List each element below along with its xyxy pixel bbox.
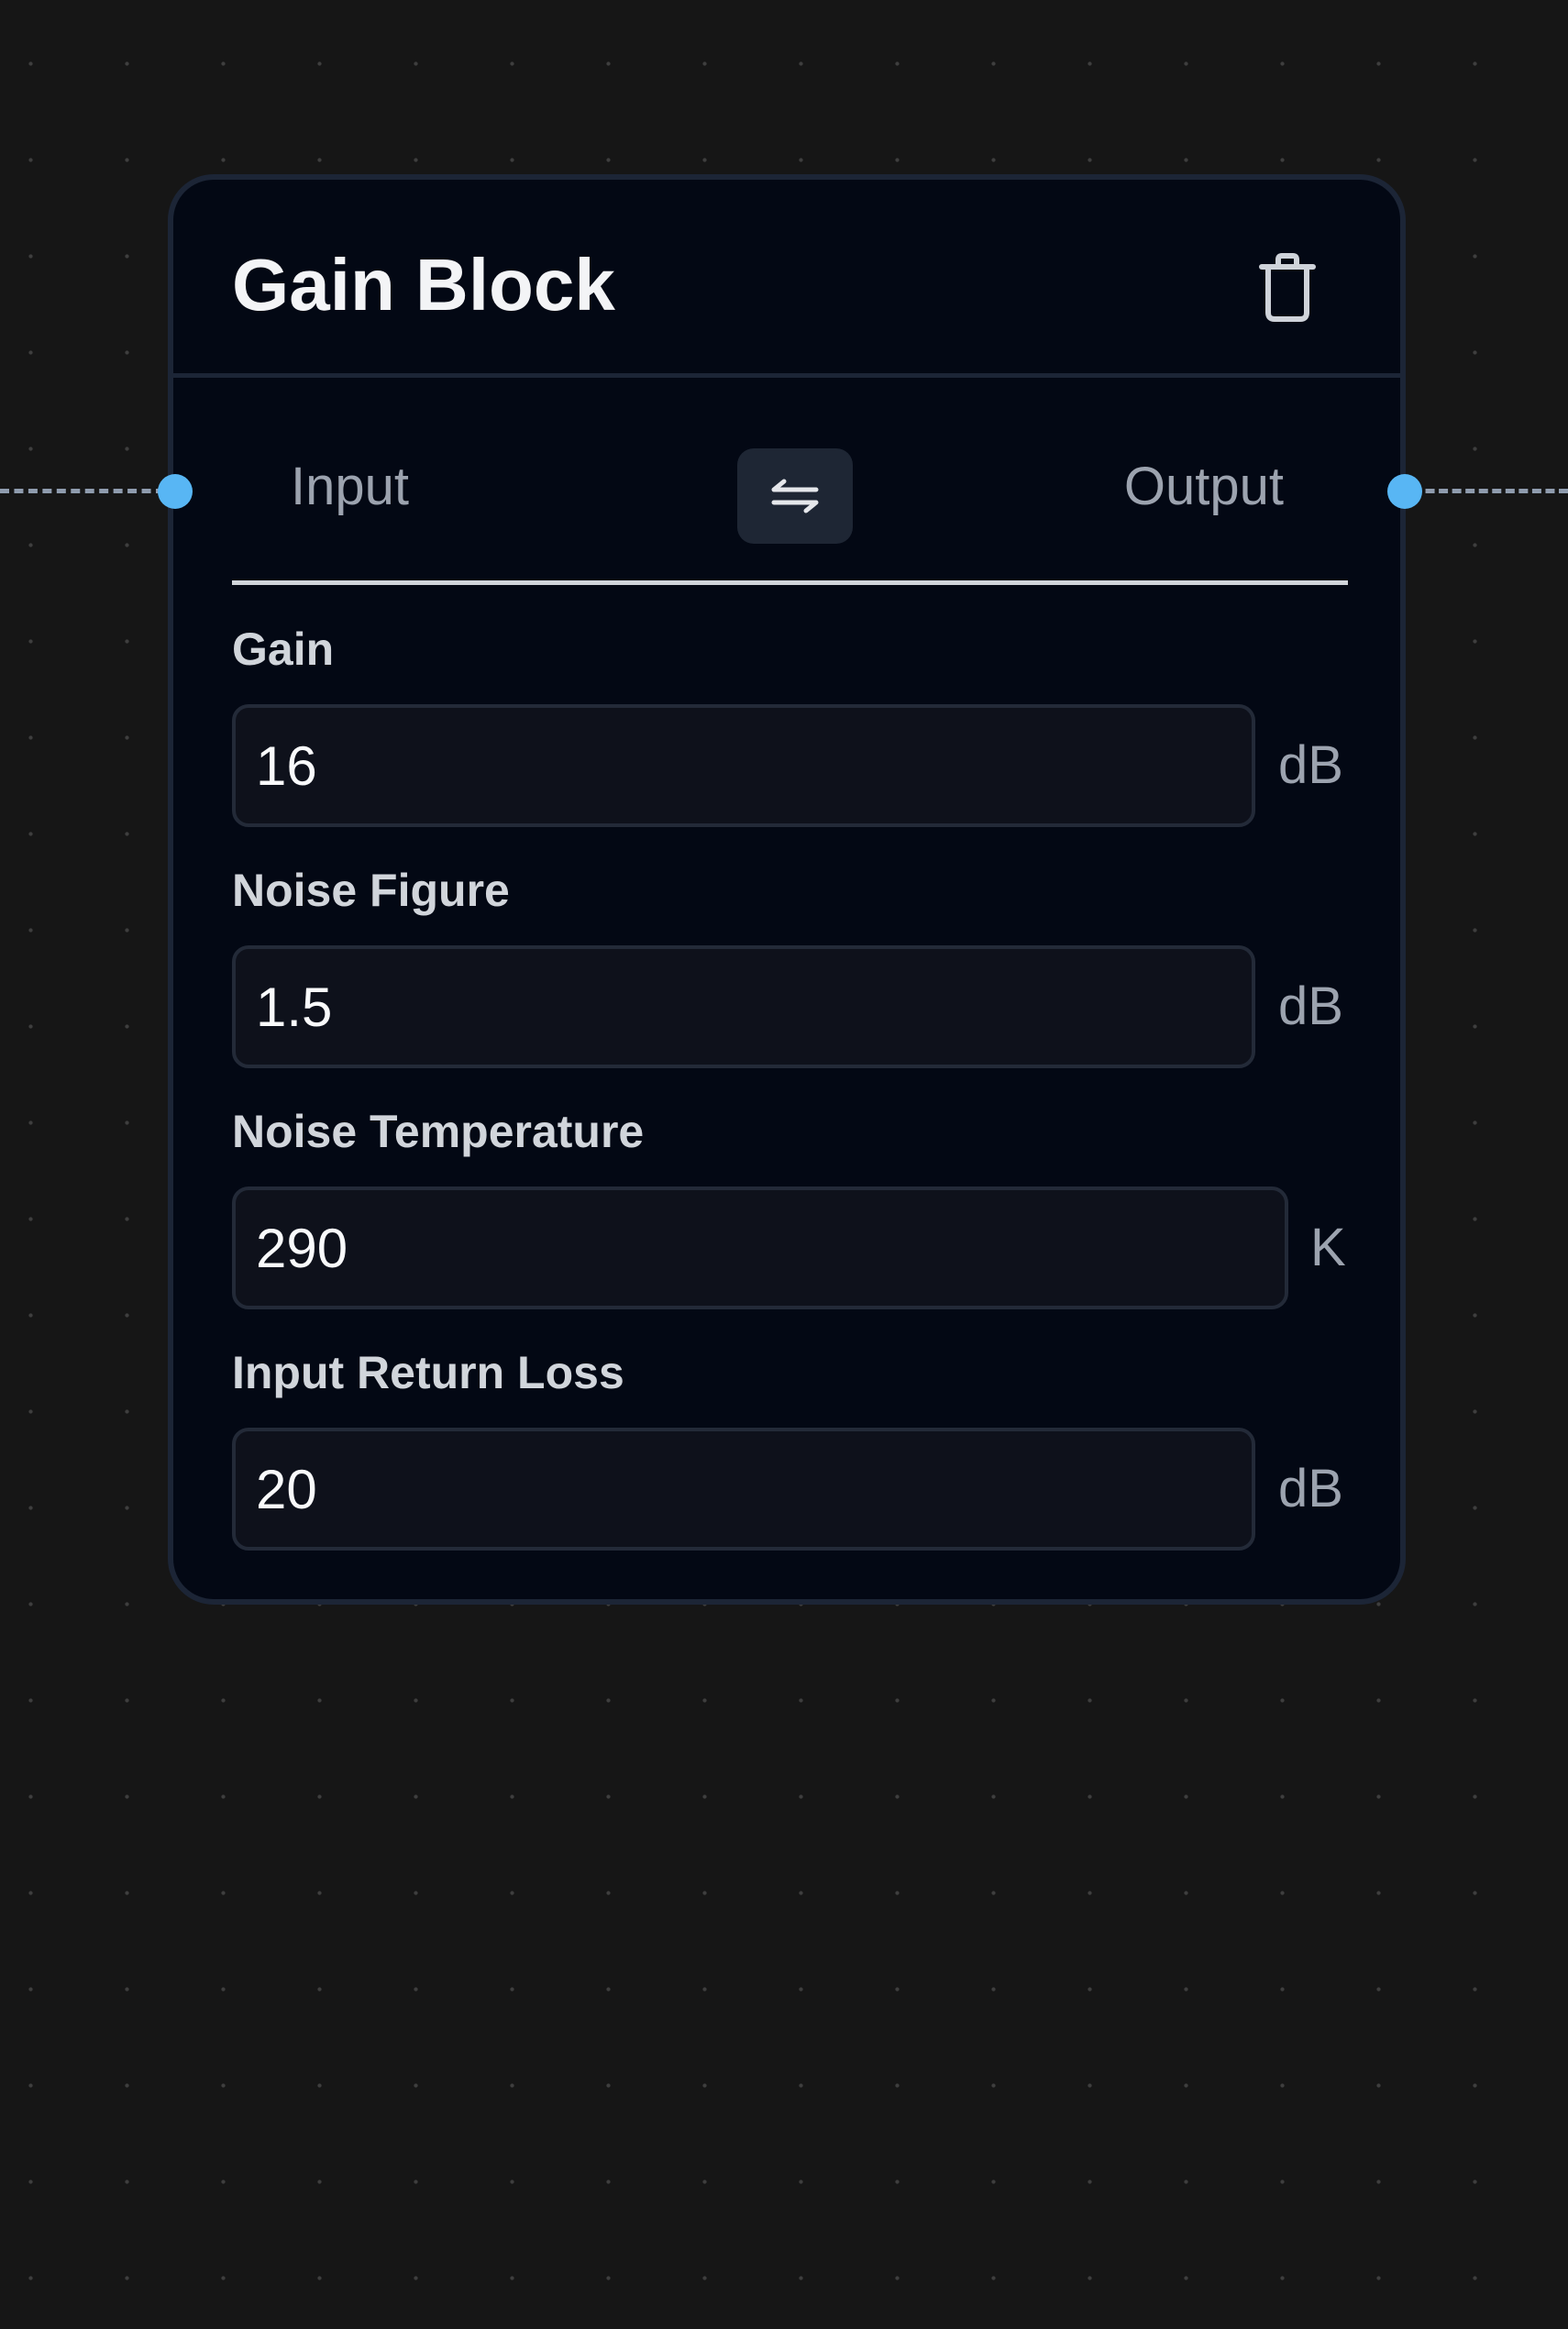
ports-divider — [232, 580, 1348, 585]
node-header: Gain Block — [173, 180, 1400, 378]
output-handle[interactable] — [1387, 474, 1422, 509]
noise-figure-unit: dB — [1278, 977, 1343, 1036]
gain-unit: dB — [1278, 735, 1343, 795]
node-title: Gain Block — [232, 244, 615, 326]
delete-node-button[interactable] — [1246, 246, 1329, 328]
incoming-edge — [0, 489, 165, 493]
noise-temperature-unit: K — [1310, 1218, 1346, 1277]
swap-arrows-icon — [771, 479, 819, 513]
input-return-loss-label: Input Return Loss — [232, 1347, 624, 1398]
noise-temperature-label: Noise Temperature — [232, 1106, 645, 1157]
input-return-loss-input[interactable] — [232, 1428, 1255, 1551]
input-port-label: Input — [291, 457, 409, 516]
swap-ports-button[interactable] — [737, 448, 853, 544]
noise-temperature-input[interactable] — [232, 1187, 1288, 1309]
trash-icon — [1259, 253, 1316, 322]
outgoing-edge — [1412, 489, 1568, 493]
gain-input[interactable] — [232, 704, 1255, 827]
noise-figure-label: Noise Figure — [232, 865, 510, 916]
noise-figure-input[interactable] — [232, 945, 1255, 1068]
output-port-label: Output — [1123, 457, 1284, 516]
gain-block-node[interactable]: Gain Block Input Output Gain dB Noise Fi… — [168, 174, 1406, 1605]
input-return-loss-unit: dB — [1278, 1459, 1343, 1518]
gain-label: Gain — [232, 624, 335, 675]
input-handle[interactable] — [158, 474, 193, 509]
